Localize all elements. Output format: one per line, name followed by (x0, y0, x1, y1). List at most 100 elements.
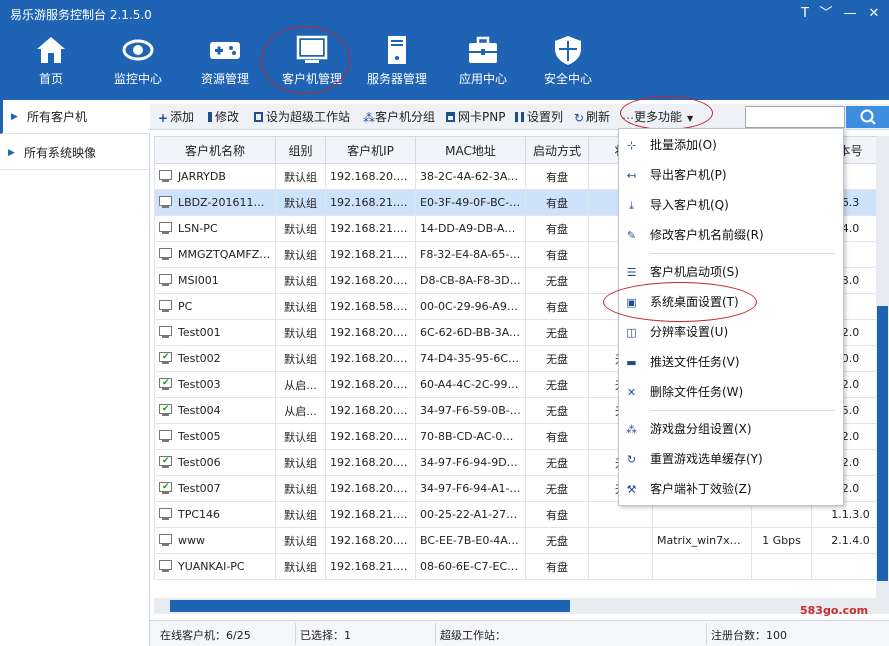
menu-item[interactable]: ⁂ 游戏盘分组设置(X) (619, 418, 843, 440)
column-header[interactable]: 启动方式 (525, 136, 589, 164)
column-header[interactable]: 客户机名称 (154, 136, 276, 164)
table-row[interactable]: www 默认组 192.168.20.235 BC-EE-7B-E0-4A-5B 无盘 M… (154, 527, 889, 554)
cell-group: 默认组 (275, 449, 326, 476)
main-nav: 首页 监控中心 资源管理 客户机管理 服务器管理 应用中心 安全中心 (0, 30, 889, 100)
set-super-workstation-button[interactable]: 设为超级工作站 (254, 108, 350, 126)
cell-ip: 192.168.20.224 (325, 397, 416, 424)
gamepad-icon (210, 42, 240, 59)
cell-mac: 14-DD-A9-DB-AE-36 (415, 215, 526, 242)
cell-boot: 无盘 (525, 371, 589, 398)
cell-c6: Matrix_win7x64 -... (652, 527, 752, 554)
cell-name: ✔ Test007 (154, 475, 276, 502)
client-offline-icon (159, 560, 173, 573)
nav-security-center[interactable]: 安全中心 (528, 30, 608, 100)
cell-boot: 无盘 (525, 345, 589, 372)
cell-boot: 有盘 (525, 553, 589, 580)
cell-boot: 有盘 (525, 215, 589, 242)
cell-ip: 192.168.20.222 (325, 345, 416, 372)
nav-app-center[interactable]: 应用中心 (443, 30, 523, 100)
cell-mac: D8-CB-8A-F8-3D-3E (415, 267, 526, 294)
menu-item[interactable]: ↻ 重置游戏选单缓存(Y) (619, 448, 843, 470)
server-icon (388, 36, 406, 64)
menu-item[interactable]: ☰ 客户机启动项(S) (619, 261, 843, 283)
pen-icon (208, 112, 212, 122)
client-offline-icon (159, 430, 173, 443)
cell-boot: 有盘 (525, 189, 589, 216)
cell-ip: 192.168.20.223 (325, 371, 416, 398)
cell-name: MMGZTQAMFZN... (154, 241, 276, 268)
nav-monitor-center[interactable]: 监控中心 (98, 30, 178, 100)
menu-item[interactable]: ✕ 删除文件任务(W) (619, 381, 843, 403)
edit-button[interactable]: 修改 (208, 108, 239, 126)
cell-group: 默认组 (275, 267, 326, 294)
search-button[interactable] (846, 106, 889, 128)
workstation-icon (254, 112, 263, 122)
column-header[interactable]: 组别 (275, 136, 326, 164)
cell-ip: 192.168.21.101 (325, 215, 416, 242)
cell-group: 默认组 (275, 189, 326, 216)
client-online-icon: ✔ (159, 482, 173, 495)
nav-label: 监控中心 (113, 72, 162, 86)
menu-item[interactable]: ⊹ 批量添加(O) (619, 134, 843, 156)
cell-boot: 有盘 (525, 423, 589, 450)
cell-status (588, 527, 653, 554)
cell-boot: 无盘 (525, 449, 589, 476)
cell-mac: 70-8B-CD-AC-0C-04 (415, 423, 526, 450)
cell-name: Test005 (154, 423, 276, 450)
client-offline-icon (159, 170, 173, 183)
batch-add-icon: ⊹ (626, 139, 637, 152)
export-icon: ↤ (626, 169, 637, 182)
menu-divider (650, 253, 835, 254)
cell-name: LBDZ-20161115OF (154, 189, 276, 216)
menu-item[interactable]: ⤓ 导入客户机(Q) (619, 194, 843, 216)
nic-pnp-button[interactable]: 网卡PNP (446, 108, 505, 126)
cell-ip: 192.168.20.209 (325, 267, 416, 294)
cell-name: www (154, 527, 276, 554)
delete-icon: ✕ (626, 386, 637, 399)
client-group-button[interactable]: ⁂客户机分组 (363, 108, 435, 126)
menu-item[interactable]: ⚒ 客户端补丁效验(Z) (619, 478, 843, 500)
nav-server-management[interactable]: 服务器管理 (357, 30, 437, 100)
cell-name: JARRYDB (154, 163, 276, 190)
sidebar-item-all-clients[interactable]: ▶ 所有客户机 (0, 100, 150, 134)
refresh-button[interactable]: ↻ 刷新 (574, 108, 610, 126)
skin-icon[interactable]: T (795, 5, 815, 23)
title-bar: 易乐游服务控制台 2.1.5.0 T ﹀ — ✕ (0, 0, 889, 30)
menu-chevron-icon[interactable]: ﹀ (816, 5, 836, 23)
menu-item[interactable]: ✎ 修改客户机名前缀(R) (619, 224, 843, 246)
menu-item[interactable]: ▬ 推送文件任务(V) (619, 351, 843, 373)
minimize-button[interactable]: — (840, 5, 860, 23)
nav-label: 首页 (38, 72, 63, 86)
horizontal-scroll-thumb[interactable] (170, 600, 570, 612)
import-icon: ⤓ (629, 199, 634, 212)
cell-c6 (652, 553, 752, 580)
sidebar-item-label: 所有系统映像 (24, 146, 97, 160)
nav-label: 资源管理 (200, 72, 249, 86)
registered-count: 注册台数：100 (711, 629, 787, 642)
cell-mac: 34-97-F6-59-0B-CC (415, 397, 526, 424)
cell-ip: 192.168.20.226 (325, 449, 416, 476)
client-offline-icon (159, 222, 173, 235)
divider (706, 623, 707, 645)
search-input[interactable] (745, 106, 845, 128)
nav-home[interactable]: 首页 (11, 30, 91, 100)
cell-boot: 有盘 (525, 163, 589, 190)
client-offline-icon (159, 196, 173, 209)
table-row[interactable]: YUANKAI-PC 默认组 192.168.21.230 08-60-6E-C7-E… (154, 553, 889, 580)
cell-mac: 00-25-22-A1-27-33 (415, 501, 526, 528)
sidebar-item-all-images[interactable]: ▶ 所有系统映像 (0, 136, 150, 170)
column-header[interactable]: 客户机IP (325, 136, 416, 164)
menu-item[interactable]: ↤ 导出客户机(P) (619, 164, 843, 186)
menu-item[interactable]: ◫ 分辨率设置(U) (619, 321, 843, 343)
cell-mac: 38-2C-4A-62-3A-54 (415, 163, 526, 190)
cell-c7 (751, 553, 812, 580)
column-header[interactable]: MAC地址 (415, 136, 526, 164)
cell-mac: 34-97-F6-94-9D-A4 (415, 449, 526, 476)
vertical-scroll-thumb[interactable] (877, 306, 888, 581)
set-columns-button[interactable]: 设置列 (515, 108, 563, 126)
close-button[interactable]: ✕ (864, 5, 884, 23)
nav-resource-management[interactable]: 资源管理 (185, 30, 265, 100)
add-button[interactable]: + 添加 (158, 108, 194, 126)
cell-ip: 192.168.20.227 (325, 475, 416, 502)
eye-icon (122, 39, 154, 61)
